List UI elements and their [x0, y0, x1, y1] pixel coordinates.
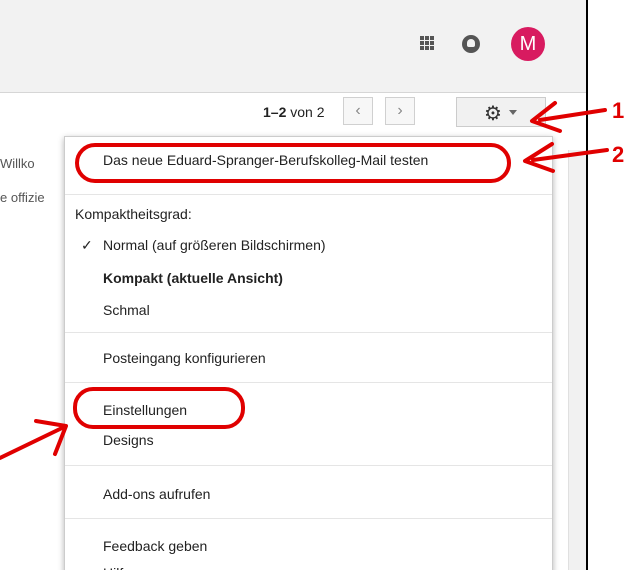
- menu-item-addons[interactable]: Add-ons aufrufen: [103, 486, 210, 502]
- menu-divider: [65, 465, 552, 466]
- menu-item-configure-inbox[interactable]: Posteingang konfigurieren: [103, 350, 266, 366]
- notifications-icon[interactable]: [462, 35, 480, 53]
- gmail-window: M 1–2 von 2 ‹ › ⚙ Willko e offizie Das n…: [0, 0, 588, 570]
- settings-dropdown: Das neue Eduard-Spranger-Berufskolleg-Ma…: [64, 136, 553, 570]
- top-bar: M: [0, 0, 586, 93]
- prev-page-button[interactable]: ‹: [343, 97, 373, 125]
- menu-divider: [65, 382, 552, 383]
- menu-item-density-narrow[interactable]: Schmal: [103, 302, 150, 318]
- page-range: 1–2: [263, 104, 287, 120]
- chevron-down-icon: [509, 110, 517, 115]
- menu-divider: [65, 194, 552, 195]
- message-list: Willko e offizie: [0, 147, 70, 215]
- check-icon: ✓: [81, 237, 93, 253]
- menu-divider: [65, 518, 552, 519]
- density-heading: Kompaktheitsgrad:: [75, 206, 192, 222]
- annotation-number-1: 1: [612, 98, 625, 123]
- next-page-button[interactable]: ›: [385, 97, 415, 125]
- scrollbar[interactable]: [568, 150, 586, 570]
- apps-grid-icon[interactable]: [420, 36, 434, 50]
- avatar[interactable]: M: [511, 27, 545, 61]
- menu-item-density-compact[interactable]: Kompakt (aktuelle Ansicht): [103, 270, 283, 286]
- page-of-word: von: [290, 104, 313, 120]
- pagination-text: 1–2 von 2: [263, 104, 325, 120]
- page-total: 2: [316, 104, 325, 120]
- gear-icon: ⚙: [484, 103, 502, 125]
- highlight-ring-try-new: [75, 143, 511, 183]
- menu-item-density-normal[interactable]: Normal (auf größeren Bildschirmen): [103, 237, 326, 253]
- menu-divider: [65, 332, 552, 333]
- mail-toolbar: 1–2 von 2 ‹ › ⚙: [0, 93, 586, 133]
- menu-item-themes[interactable]: Designs: [103, 432, 154, 448]
- highlight-ring-settings: [73, 387, 245, 429]
- list-item[interactable]: Willko: [0, 147, 70, 181]
- menu-item-feedback[interactable]: Feedback geben: [103, 538, 207, 554]
- annotation-number-2: 2: [612, 142, 625, 167]
- menu-item-help[interactable]: Hilfe: [103, 565, 131, 570]
- list-item[interactable]: e offizie: [0, 181, 70, 215]
- settings-button[interactable]: ⚙: [456, 97, 546, 127]
